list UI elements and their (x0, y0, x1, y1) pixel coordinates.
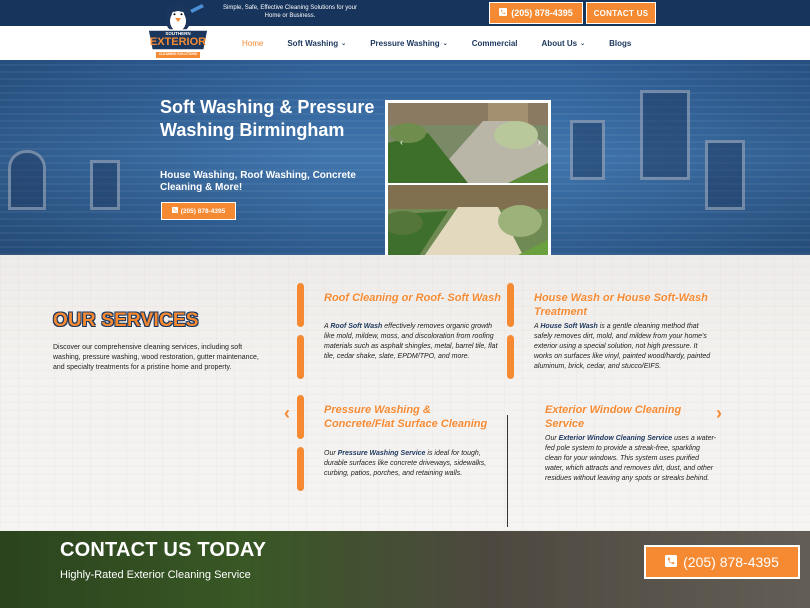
service-link[interactable]: Exterior Window Cleaning Service (559, 435, 673, 442)
topbar-phone-label: (205) 878-4395 (511, 8, 573, 18)
card-accent-bar (297, 335, 304, 379)
service-card-text: A House Soft Wash is a gentle cleaning m… (534, 322, 712, 372)
logo-line3: CLEANING SOLUTIONS (158, 52, 198, 56)
nav-item-soft-washing[interactable]: Soft Washing ⌄ (287, 39, 346, 48)
nav-label: Commercial (471, 38, 518, 48)
service-link[interactable]: House Soft Wash (540, 323, 597, 330)
hero-subtitle: House Washing, Roof Washing, Concrete Cl… (160, 170, 356, 193)
chevron-down-icon: ⌄ (442, 40, 448, 47)
hero-section: Soft Washing & Pressure Washing Birmingh… (0, 60, 810, 255)
main-navigation-bar: Home Soft Washing ⌄ Pressure Washing ⌄ Com… (0, 26, 810, 60)
service-link[interactable]: Roof Soft Wash (330, 323, 382, 330)
services-intro: Discover our comprehensive cleaning serv… (53, 344, 259, 371)
service-card-window-cleaning[interactable]: Exterior Window Cleaning Service Our Ext… (518, 395, 718, 505)
nav-item-blogs[interactable]: Blogs (609, 39, 631, 48)
chevron-down-icon: ⌄ (341, 40, 347, 47)
hero-phone-label: (205) 878-4395 (180, 207, 226, 215)
nav-item-home[interactable]: Home (242, 39, 263, 48)
text-part: Our (324, 450, 338, 457)
top-bar: Simple, Safe, Effective Cleaning Solutio… (0, 0, 810, 26)
chevron-left-icon[interactable]: ‹ (400, 137, 403, 147)
phone-icon (665, 554, 678, 570)
chevron-right-icon[interactable]: › (538, 137, 541, 147)
contact-phone-label: (205) 878-4395 (683, 554, 779, 570)
text-part: is a gentle cleaning method that safely … (534, 323, 711, 370)
card-divider (507, 415, 508, 527)
service-card-roof[interactable]: Roof Cleaning or Roof- Soft Wash A Roof … (297, 283, 507, 383)
logo-line2: EXTERIOR (149, 36, 207, 48)
before-photo: ‹ › (388, 103, 548, 183)
after-photo (388, 185, 548, 255)
phone-icon (171, 207, 178, 215)
services-section: OUR SERVICES Discover our comprehensive … (0, 255, 810, 531)
services-heading: OUR SERVICES (53, 310, 199, 331)
house-window (640, 90, 690, 180)
service-card-title: Pressure Washing & Concrete/Flat Surface… (324, 404, 488, 430)
before-after-slider[interactable]: ‹ › (385, 100, 551, 255)
house-window (8, 150, 46, 210)
service-card-house-wash[interactable]: House Wash or House Soft-Wash Treatment … (507, 283, 722, 383)
nav-item-commercial[interactable]: Commercial (472, 39, 518, 48)
nav-item-about-us[interactable]: About Us ⌄ (542, 39, 586, 48)
nav-label: Blogs (609, 38, 632, 48)
hero-title: Soft Washing & Pressure Washing Birmingh… (160, 97, 375, 140)
phone-icon (499, 8, 508, 18)
contact-title: CONTACT US TODAY (60, 539, 267, 561)
service-card-text: Our Exterior Window Cleaning Service use… (545, 434, 717, 484)
tagline: Simple, Safe, Effective Cleaning Solutio… (223, 5, 357, 19)
chevron-down-icon: ⌄ (580, 40, 586, 47)
house-window (90, 160, 120, 210)
nav-label: Soft Washing (287, 38, 339, 48)
topbar-phone-button[interactable]: (205) 878-4395 (489, 2, 583, 24)
house-window (570, 120, 605, 180)
contact-section: CONTACT US TODAY Highly-Rated Exterior C… (0, 531, 810, 608)
text-part: uses a water-fed pole system to provide … (545, 435, 716, 482)
service-card-pressure-washing[interactable]: Pressure Washing & Concrete/Flat Surface… (297, 395, 507, 495)
text-part: Our (545, 435, 559, 442)
nav-label: Home (242, 38, 264, 48)
card-accent-bar (507, 335, 514, 379)
card-accent-bar (297, 283, 304, 327)
nav-item-pressure-washing[interactable]: Pressure Washing ⌄ (370, 39, 448, 48)
contact-subtitle: Highly-Rated Exterior Cleaning Service (60, 569, 251, 581)
service-card-title: Exterior Window Cleaning Service (545, 404, 682, 430)
service-card-title: Roof Cleaning or Roof- Soft Wash (324, 292, 502, 304)
service-card-title: House Wash or House Soft-Wash Treatment (534, 292, 708, 318)
service-card-text: Our Pressure Washing Service is ideal fo… (324, 449, 502, 479)
house-window (705, 140, 745, 210)
site-logo[interactable]: SOUTHERN EXTERIOR CLEANING SOLUTIONS (144, 0, 212, 64)
nav-label: About Us (541, 38, 578, 48)
card-accent-bar (507, 283, 514, 327)
contact-us-button[interactable]: CONTACT US (586, 2, 656, 24)
nav-label: Pressure Washing (370, 38, 440, 48)
hero-phone-button[interactable]: (205) 878-4395 (161, 202, 236, 220)
card-accent-bar (297, 447, 304, 491)
service-link[interactable]: Pressure Washing Service (338, 450, 426, 457)
chevron-left-icon[interactable]: ‹ (284, 403, 290, 424)
main-nav: Home Soft Washing ⌄ Pressure Washing ⌄ Com… (242, 26, 655, 60)
contact-phone-button[interactable]: (205) 878-4395 (644, 545, 800, 579)
service-card-text: A Roof Soft Wash effectively removes org… (324, 322, 502, 362)
card-accent-bar (297, 395, 304, 439)
